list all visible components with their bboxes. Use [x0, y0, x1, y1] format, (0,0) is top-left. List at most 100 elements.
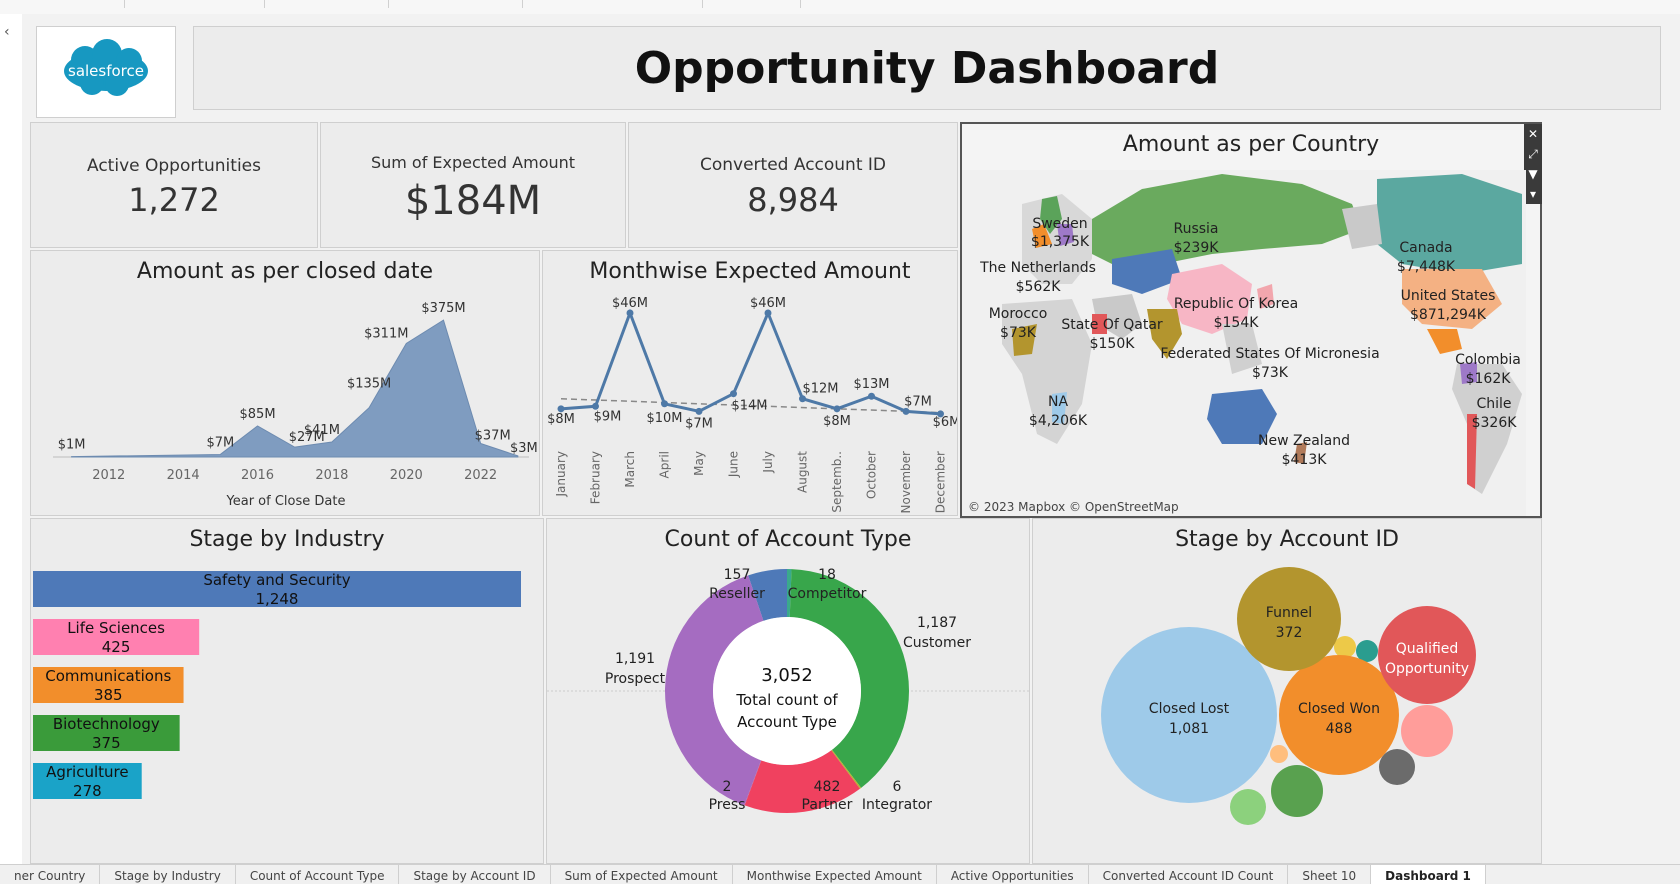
data-label: $9M: [594, 409, 622, 424]
industry-chart[interactable]: Safety and Security1,248 Life Sciences425…: [31, 519, 543, 863]
x-tick-label: 2018: [315, 468, 348, 483]
map-label-name: Morocco: [989, 306, 1048, 322]
bubble-label: Opportunity: [1385, 661, 1469, 677]
x-tick-label: March: [623, 451, 637, 488]
map-label-name: State Of Qatar: [1061, 317, 1163, 333]
data-label: $7M: [904, 394, 932, 409]
sheet-tab[interactable]: Count of Account Type: [236, 865, 400, 884]
slice-value-label: 1,187: [917, 615, 957, 631]
data-label: $41M: [304, 423, 340, 438]
toolbar-divider: [800, 0, 801, 8]
map-label-value: $326K: [1472, 415, 1518, 431]
slice-value-label: 6: [893, 779, 902, 795]
data-label: $8M: [823, 414, 851, 429]
bubble-value: 372: [1276, 625, 1303, 641]
bubble-label: Funnel: [1266, 605, 1312, 621]
donut-center-label: Account Type: [737, 713, 837, 731]
sheet-tab[interactable]: Sheet 10: [1288, 865, 1372, 884]
map-label-value: $73K: [1000, 325, 1037, 341]
map-panel[interactable]: Amount as per Country ✕ ⤢ ▼ ▾ Sweden $1,…: [960, 122, 1542, 518]
toolbar-divider: [388, 0, 389, 8]
slice-name-label: Reseller: [709, 586, 765, 602]
bar-category-label: Life Sciences: [67, 619, 165, 637]
left-side-pane: ‹: [0, 14, 23, 864]
account-type-panel[interactable]: Count of Account Type 3,052 Total count o…: [546, 518, 1030, 864]
data-label: $46M: [612, 296, 648, 311]
data-label: $3M: [510, 441, 538, 456]
sheet-tab-bar: ner Country Stage by Industry Count of Acc…: [0, 864, 1680, 884]
x-tick-label: December: [934, 451, 948, 513]
bar-category-label: Agriculture: [46, 763, 129, 781]
x-tick-label: October: [865, 451, 879, 499]
x-tick-label: 2016: [241, 468, 274, 483]
kpi-label: Converted Account ID: [699, 155, 887, 175]
bubble-value: 488: [1326, 721, 1353, 737]
map-label-value: $4,206K: [1029, 413, 1088, 429]
sheet-tab[interactable]: Monthwise Expected Amount: [733, 865, 937, 884]
toolbar-divider: [124, 0, 125, 8]
map-label-name: Federated States Of Micronesia: [1160, 346, 1379, 362]
sheet-tab[interactable]: Active Opportunities: [937, 865, 1089, 884]
map-label-name: The Netherlands: [979, 260, 1096, 276]
slice-name-label: Integrator: [862, 797, 932, 813]
map-label-name: United States: [1401, 288, 1496, 304]
map-label-name: Republic Of Korea: [1174, 296, 1298, 312]
x-tick-label: July: [761, 451, 775, 474]
bubble-small: [1271, 765, 1323, 817]
slice-value-label: 1,191: [615, 651, 655, 667]
map-canvas[interactable]: Sweden $1,375K Russia $239K Canada $7,44…: [962, 124, 1540, 516]
x-tick-label: 2020: [390, 468, 423, 483]
kpi-value: $184M: [404, 178, 542, 224]
slice-name-label: Customer: [903, 635, 971, 651]
data-label: $85M: [240, 407, 276, 422]
bubble-label: Qualified: [1396, 641, 1459, 657]
x-tick-label: April: [658, 451, 672, 478]
data-label: $1M: [58, 438, 86, 453]
kpi-value: 1,272: [128, 181, 220, 219]
closed-date-chart[interactable]: $1M $7M$85M$27M$41M$135M$311M$375M$37M$3M…: [31, 251, 539, 515]
bubble-small: [1379, 749, 1415, 785]
toolbar-divider: [702, 0, 703, 8]
industry-panel[interactable]: Stage by Industry Safety and Security 1,2…: [30, 518, 544, 864]
account-id-chart[interactable]: Closed Lost 1,081 Closed Won 488 Funnel 372 Qu…: [1033, 519, 1541, 863]
data-label: $13M: [853, 377, 889, 392]
closed-date-panel[interactable]: Amount as per closed date $1M $7M $85M $27M…: [30, 250, 540, 516]
map-label-value: $239K: [1174, 240, 1220, 256]
monthwise-panel[interactable]: Monthwise Expected Amount $8M $9M $46M $10M…: [542, 250, 958, 516]
bar-category-label: Communications: [45, 667, 171, 685]
donut-center-value: 3,052: [761, 665, 813, 686]
kpi-value: 8,984: [747, 181, 839, 219]
data-label: $375M: [421, 301, 465, 316]
line-point: [868, 392, 875, 400]
x-tick-label: June: [727, 451, 741, 478]
sheet-tab[interactable]: ner Country: [0, 865, 101, 884]
line-point: [695, 407, 703, 415]
kpi-active-opportunities[interactable]: Active Opportunities 1,272: [30, 122, 318, 248]
bubble-small: [1401, 705, 1453, 757]
x-tick-label: Septemb..: [830, 451, 844, 513]
monthwise-chart[interactable]: $8M $9M$46M$10M $7M$14M$46M$12M$8M$13M$7M$…: [543, 251, 957, 515]
map-label-name: Russia: [1173, 221, 1218, 237]
data-label: $7M: [685, 416, 713, 431]
kpi-converted-account-id[interactable]: Converted Account ID 8,984: [628, 122, 958, 248]
data-label: $7M: [206, 435, 234, 450]
collapse-chevron-icon[interactable]: ‹: [4, 24, 10, 40]
sheet-tab[interactable]: Stage by Industry: [100, 865, 236, 884]
map-attribution: © 2023 Mapbox © OpenStreetMap: [968, 500, 1179, 514]
donut-center-label: Total count of: [735, 691, 838, 709]
bar-value-label: 375: [92, 734, 121, 752]
data-label: $6M: [933, 415, 957, 430]
x-tick-label: 2022: [464, 468, 497, 483]
bar-value-label: 1,248: [256, 590, 299, 608]
sheet-tab[interactable]: Stage by Account ID: [399, 865, 551, 884]
x-tick-label: August: [796, 451, 810, 493]
sheet-tab[interactable]: Converted Account ID Count: [1089, 865, 1289, 884]
account-id-panel[interactable]: Stage by Account ID Closed Lost 1,081 Clos…: [1032, 518, 1542, 864]
kpi-sum-expected-amount[interactable]: Sum of Expected Amount $184M: [320, 122, 626, 248]
line-point: [730, 390, 737, 398]
sheet-tab-active[interactable]: Dashboard 1: [1371, 865, 1486, 884]
map-label-value: $154K: [1214, 315, 1260, 331]
x-tick-label: 2012: [92, 468, 125, 483]
account-type-chart[interactable]: 3,052 Total count of Account Type 157 Resell…: [547, 519, 1029, 863]
sheet-tab[interactable]: Sum of Expected Amount: [551, 865, 733, 884]
